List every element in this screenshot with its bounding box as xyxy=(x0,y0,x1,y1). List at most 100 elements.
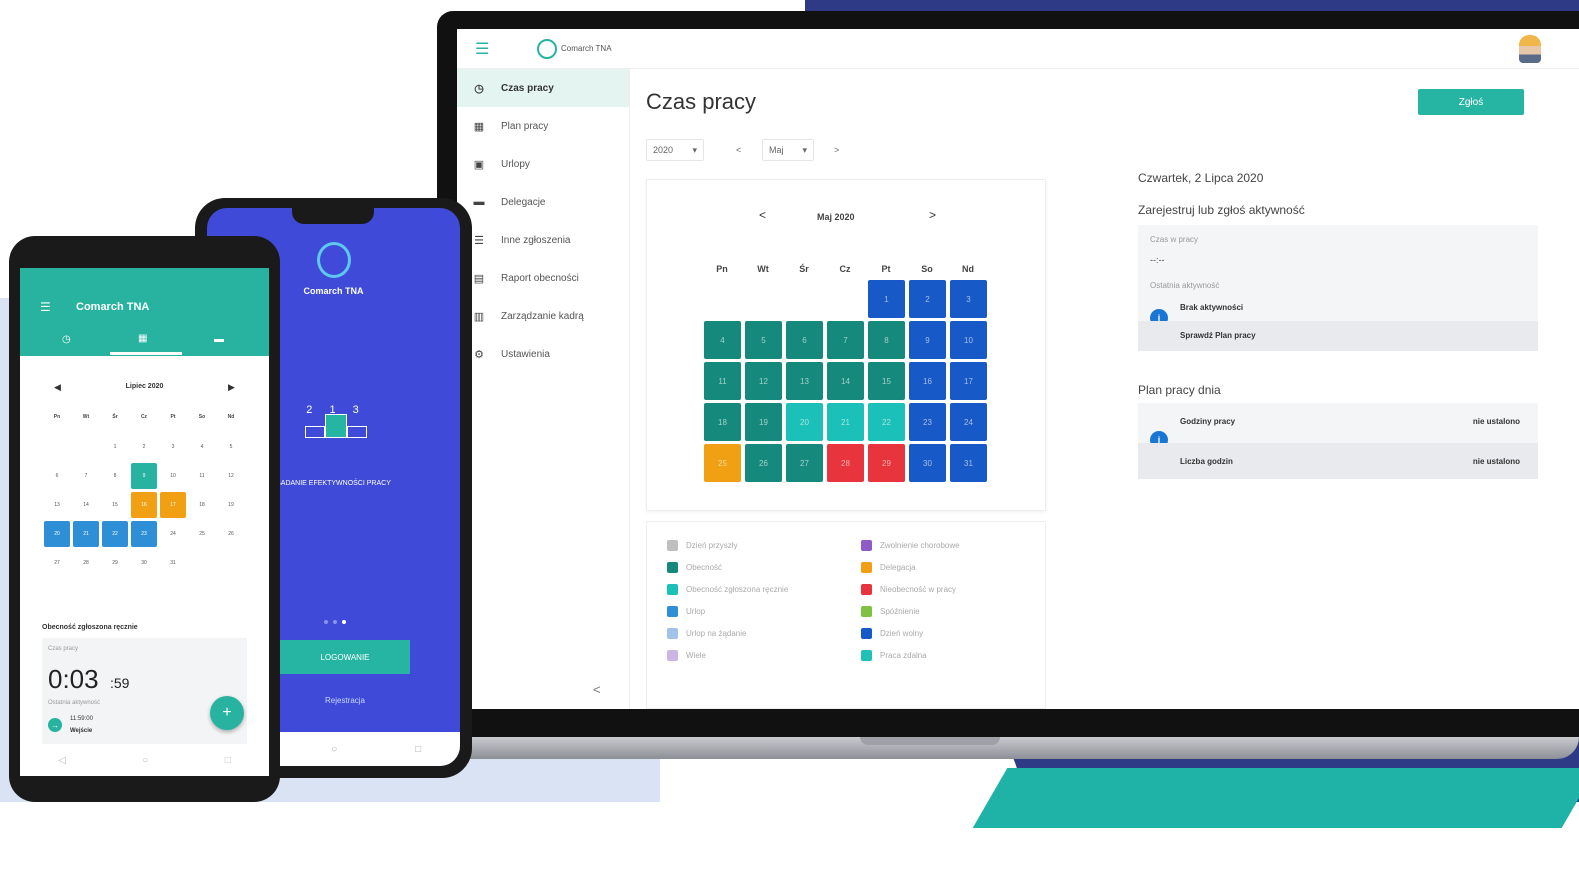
calendar-day[interactable]: 9 xyxy=(909,321,946,359)
calendar-day[interactable]: 31 xyxy=(950,444,987,482)
calendar-day[interactable]: 30 xyxy=(131,550,157,576)
calendar-day[interactable]: 29 xyxy=(868,444,905,482)
calendar-day[interactable]: 21 xyxy=(827,403,864,441)
calendar-day[interactable]: 22 xyxy=(868,403,905,441)
year-select[interactable]: 2020 ▾ xyxy=(646,139,704,161)
check-plan-row[interactable]: Sprawdź Plan pracy xyxy=(1138,321,1538,351)
sidebar-item-label: Raport obecności xyxy=(501,272,579,284)
work-time-label: Czas w pracy xyxy=(1150,235,1199,244)
report-button[interactable]: Zgłoś xyxy=(1418,89,1524,115)
next-month-button[interactable]: > xyxy=(828,139,845,161)
clock-tab-icon[interactable]: ◷ xyxy=(62,334,71,345)
calendar-day[interactable]: 7 xyxy=(73,463,99,489)
calendar-day[interactable]: 18 xyxy=(189,492,215,518)
calendar-day[interactable]: 13 xyxy=(44,492,70,518)
calendar-day[interactable]: 26 xyxy=(745,444,782,482)
calendar-day[interactable]: 21 xyxy=(73,521,99,547)
calendar-day[interactable]: 10 xyxy=(950,321,987,359)
sidebar-item[interactable]: ▦ Plan pracy xyxy=(457,107,629,145)
calendar-day[interactable]: 14 xyxy=(73,492,99,518)
calendar-day[interactable]: 4 xyxy=(704,321,741,359)
calendar-day[interactable]: 25 xyxy=(189,521,215,547)
calendar-day[interactable]: 15 xyxy=(102,492,128,518)
calendar-day[interactable]: 2 xyxy=(909,280,946,318)
calendar-day[interactable]: 11 xyxy=(704,362,741,400)
month-select[interactable]: Maj ▾ xyxy=(762,139,814,161)
prev-month-button[interactable]: < xyxy=(730,139,747,161)
clock-logo-icon xyxy=(537,38,557,59)
calendar-day[interactable]: 18 xyxy=(704,403,741,441)
login-button[interactable]: LOGOWANIE xyxy=(280,640,410,674)
sidebar-item[interactable]: ▬ Delegacje xyxy=(457,183,629,221)
calendar-day[interactable]: 24 xyxy=(160,521,186,547)
calendar-day[interactable]: 29 xyxy=(102,550,128,576)
calendar-day[interactable]: 19 xyxy=(745,403,782,441)
calendar-day[interactable]: 1 xyxy=(102,434,128,460)
calendar-day[interactable]: 28 xyxy=(827,444,864,482)
calendar-day[interactable]: 17 xyxy=(950,362,987,400)
calendar-day[interactable]: 6 xyxy=(786,321,823,359)
calendar-day[interactable]: 30 xyxy=(909,444,946,482)
recents-icon[interactable]: □ xyxy=(225,755,231,766)
calendar-day[interactable]: 27 xyxy=(786,444,823,482)
calendar-day[interactable]: 23 xyxy=(909,403,946,441)
calendar-day[interactable]: 1 xyxy=(868,280,905,318)
calendar-day[interactable]: 27 xyxy=(44,550,70,576)
home-icon[interactable]: ○ xyxy=(142,755,148,766)
sidebar-item[interactable]: ▥ Zarządzanie kadrą xyxy=(457,297,629,335)
calendar-day[interactable]: 25 xyxy=(704,444,741,482)
calendar-day[interactable]: 5 xyxy=(218,434,244,460)
calendar-day[interactable]: 14 xyxy=(827,362,864,400)
calendar-day[interactable]: 19 xyxy=(218,492,244,518)
calendar-day[interactable]: 13 xyxy=(786,362,823,400)
calendar-next-button[interactable]: > xyxy=(929,208,936,222)
calendar-day[interactable]: 6 xyxy=(44,463,70,489)
calendar-day[interactable]: 10 xyxy=(160,463,186,489)
calendar-day[interactable]: 11 xyxy=(189,463,215,489)
calendar-day[interactable]: 9 xyxy=(131,463,157,489)
calendar-day[interactable]: 24 xyxy=(950,403,987,441)
calendar-prev-button[interactable]: < xyxy=(759,208,766,222)
calendar-day[interactable]: 4 xyxy=(189,434,215,460)
app-topbar: ☰ Comarch TNA xyxy=(457,29,1579,69)
next-month-icon[interactable]: ▶ xyxy=(228,382,235,393)
calendar-day[interactable]: 5 xyxy=(745,321,782,359)
sidebar-item-label: Urlopy xyxy=(501,158,530,170)
calendar-day[interactable]: 22 xyxy=(102,521,128,547)
register-link[interactable]: Rejestracja xyxy=(280,696,410,705)
calendar-day[interactable]: 8 xyxy=(102,463,128,489)
calendar-day[interactable]: 12 xyxy=(745,362,782,400)
calendar-day[interactable]: 31 xyxy=(160,550,186,576)
calendar-tab-icon[interactable]: ▦ xyxy=(138,333,147,344)
back-icon[interactable]: ◁ xyxy=(58,755,66,766)
sidebar-item[interactable]: ☰ Inne zgłoszenia xyxy=(457,221,629,259)
user-avatar[interactable] xyxy=(1519,35,1541,63)
weekday-label: Pn xyxy=(716,264,728,274)
calendar-day[interactable]: 17 xyxy=(160,492,186,518)
calendar-day[interactable]: 20 xyxy=(786,403,823,441)
sidebar-item[interactable]: ▣ Urlopy xyxy=(457,145,629,183)
collapse-sidebar-button[interactable]: < xyxy=(593,682,601,697)
hamburger-menu-icon[interactable]: ☰ xyxy=(40,300,51,314)
calendar-day[interactable]: 2 xyxy=(131,434,157,460)
calendar-day[interactable]: 15 xyxy=(868,362,905,400)
calendar-day[interactable]: 28 xyxy=(73,550,99,576)
calendar-day[interactable]: 16 xyxy=(909,362,946,400)
hamburger-menu-icon[interactable]: ☰ xyxy=(475,39,489,59)
calendar-day[interactable]: 3 xyxy=(950,280,987,318)
sidebar-item[interactable]: ◷ Czas pracy xyxy=(457,69,629,107)
calendar-day[interactable]: 23 xyxy=(131,521,157,547)
calendar-day[interactable]: 16 xyxy=(131,492,157,518)
sidebar-item[interactable]: ⚙ Ustawienia xyxy=(457,335,629,373)
sidebar-item[interactable]: ▤ Raport obecności xyxy=(457,259,629,297)
calendar-day[interactable]: 26 xyxy=(218,521,244,547)
add-fab-button[interactable]: + xyxy=(210,696,244,730)
car-tab-icon[interactable]: ▬ xyxy=(214,334,224,345)
calendar-day[interactable]: 7 xyxy=(827,321,864,359)
calendar-day[interactable]: 20 xyxy=(44,521,70,547)
calendar-day[interactable]: 12 xyxy=(218,463,244,489)
recents-icon[interactable]: □ xyxy=(415,744,421,755)
calendar-day[interactable]: 8 xyxy=(868,321,905,359)
calendar-day[interactable]: 3 xyxy=(160,434,186,460)
home-icon[interactable]: ○ xyxy=(331,744,337,755)
